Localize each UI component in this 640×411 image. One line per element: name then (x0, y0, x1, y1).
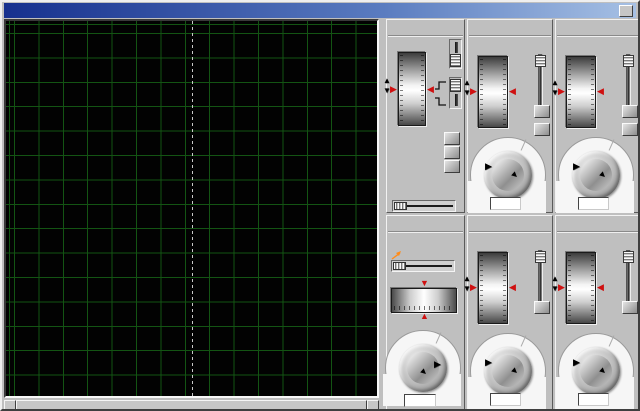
dial-pointer-bottom-icon: ▲ (420, 311, 429, 321)
trigger-panel: ▲ ▼ ▶ ◀ (383, 19, 465, 213)
control-panels: ▲ ▼ ▶ ◀ ▼ ▲ ▶ ▶ ▲ ▼ ▶ ◀ ▶ ▶ ▲ ▼ ▶ ◀ ▶ ▶ … (383, 19, 638, 409)
scope-display (4, 19, 379, 398)
separator (388, 231, 463, 233)
separator (557, 35, 638, 37)
channel-c-panel: ▲ ▼ ▶ ◀ ▶ ▶ (551, 19, 638, 215)
trigger-level-dial[interactable] (398, 52, 426, 126)
cursors-button[interactable] (444, 160, 460, 173)
scope-grid (6, 21, 377, 396)
separator (557, 231, 638, 233)
scale-value-box[interactable] (578, 197, 609, 210)
display-hscrollbar[interactable] (4, 400, 379, 409)
value-indicator-icon: ▶ (573, 161, 580, 171)
dial-pointer-left-icon: ▶ (558, 86, 565, 96)
coupling-switch-thumb[interactable] (623, 251, 634, 263)
dial-pointer-left-icon: ▶ (390, 84, 397, 94)
scale-value-box[interactable] (578, 393, 609, 406)
switch-thumb[interactable] (450, 54, 461, 67)
switch-thumb[interactable] (450, 79, 461, 92)
coupling-labels (504, 51, 534, 100)
scale-value-box[interactable] (490, 197, 521, 210)
timebase-knob[interactable]: ▶ ▶ (383, 328, 463, 408)
channel-b-panel: ▲ ▼ ▶ ◀ ▶ ▶ (463, 215, 553, 409)
separator (469, 35, 551, 37)
value-indicator-icon: ▶ (485, 357, 492, 367)
knob-cap (492, 355, 524, 387)
switch-slot (455, 42, 458, 53)
knob-cap (580, 159, 612, 191)
one-shot-button[interactable] (444, 146, 460, 159)
coupling-labels (592, 51, 622, 100)
waveform-traces (6, 21, 377, 396)
knob-face[interactable] (484, 347, 532, 395)
value-indicator-icon: ▶ (485, 161, 492, 171)
knob-cap (580, 355, 612, 387)
volts-per-div-knob[interactable]: ▶ ▶ (468, 135, 548, 215)
volts-per-div-knob[interactable]: ▶ ▶ (468, 331, 548, 409)
scrollbar-thumb[interactable] (16, 400, 367, 409)
coupling-labels (592, 247, 622, 296)
dial-pointer-right-icon: ◀ (427, 84, 434, 94)
title-bar[interactable] (4, 3, 636, 18)
slider-thumb[interactable] (394, 202, 407, 210)
switch-slot (455, 94, 458, 106)
separator (469, 231, 551, 233)
volts-per-div-knob[interactable]: ▶ ▶ (556, 135, 636, 215)
invert-button[interactable] (534, 301, 550, 314)
knob-face[interactable] (572, 347, 620, 395)
scale-value-box[interactable] (490, 393, 521, 406)
knob-cap (492, 159, 524, 191)
coupling-switch-thumb[interactable] (535, 251, 546, 263)
dial-pointer-left-icon: ▶ (470, 86, 477, 96)
trigger-source-slider[interactable] (392, 200, 456, 212)
invert-button[interactable] (622, 301, 638, 314)
scroll-left-button[interactable] (4, 400, 16, 409)
horizontal-source-slider[interactable] (391, 260, 455, 272)
timebase-value-box[interactable] (404, 394, 436, 407)
scroll-right-button[interactable] (367, 400, 379, 409)
volts-per-div-knob[interactable]: ▶ ▶ (556, 331, 636, 409)
value-indicator-icon: ▶ (434, 359, 441, 369)
coupling-switch-thumb[interactable] (623, 55, 634, 67)
channel-d-panel: ▲ ▼ ▶ ◀ ▶ ▶ (551, 215, 638, 409)
channel-a-panel: ▲ ▼ ▶ ◀ ▶ ▶ (463, 19, 553, 215)
knob-face[interactable] (572, 151, 620, 199)
app-window: ▲ ▼ ▶ ◀ ▼ ▲ ▶ ▶ ▲ ▼ ▶ ◀ ▶ ▶ ▲ ▼ ▶ ◀ ▶ ▶ … (0, 0, 640, 411)
invert-button[interactable] (534, 105, 550, 118)
close-button[interactable] (619, 5, 633, 17)
horizontal-panel: ▼ ▲ ▶ ▶ (383, 215, 465, 409)
dial-pointer-top-icon: ▼ (420, 278, 429, 288)
horizontal-position-dial[interactable] (391, 288, 457, 313)
falling-edge-icon (434, 94, 447, 112)
trigger-coupling-switch[interactable] (449, 39, 462, 69)
slider-thumb[interactable] (393, 262, 406, 270)
trigger-coupling-labels (427, 40, 446, 65)
invert-button[interactable] (622, 105, 638, 118)
coupling-labels (504, 247, 534, 296)
auto-button[interactable] (444, 132, 460, 145)
value-indicator-icon: ▶ (573, 357, 580, 367)
knob-face[interactable] (484, 151, 532, 199)
dial-pointer-left-icon: ▶ (558, 282, 565, 292)
coupling-switch-thumb[interactable] (535, 55, 546, 67)
separator (388, 35, 463, 37)
dial-pointer-left-icon: ▶ (470, 282, 477, 292)
trigger-edge-switch[interactable] (449, 77, 462, 109)
